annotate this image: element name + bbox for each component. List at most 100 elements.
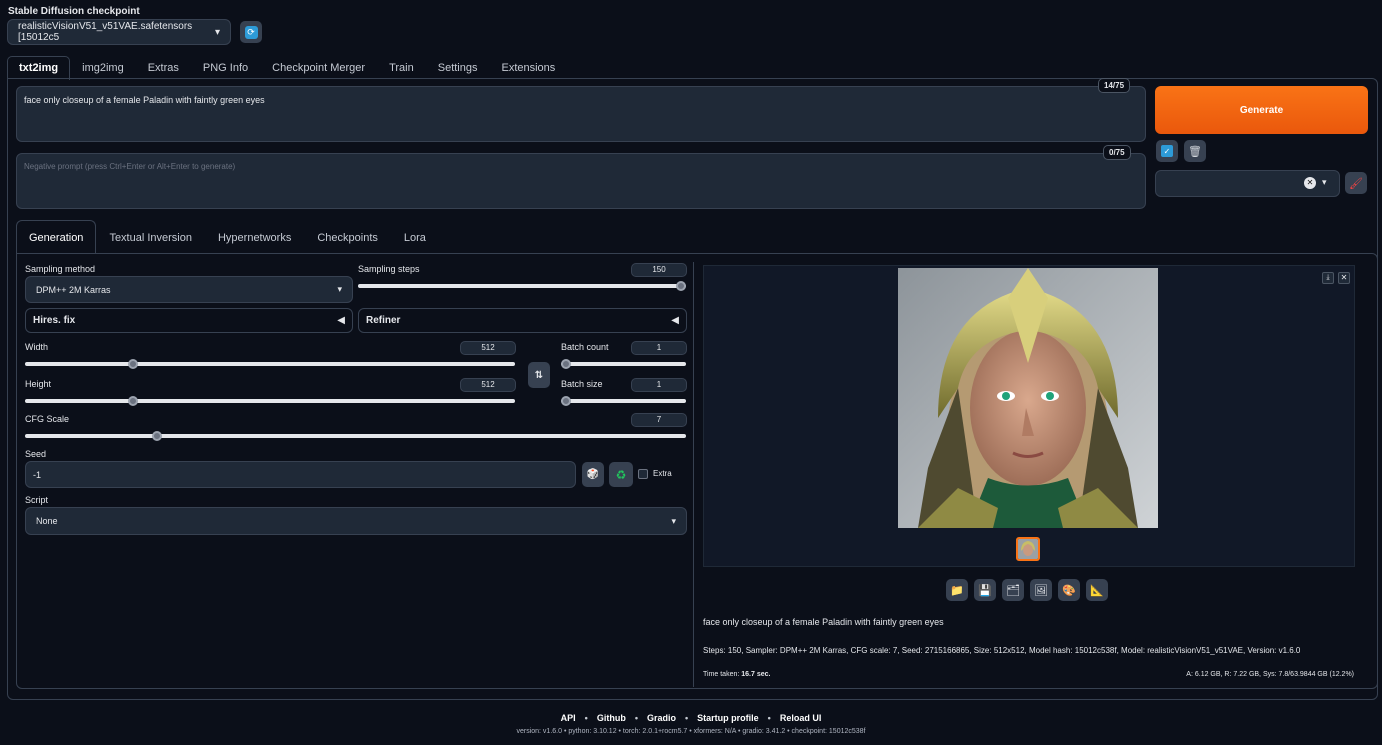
negative-prompt-input[interactable]: Negative prompt (press Ctrl+Enter or Alt… xyxy=(16,153,1146,209)
folder-icon: 📁 xyxy=(950,584,964,597)
height-input[interactable]: 512 xyxy=(460,378,516,392)
collapse-arrow-icon: ◀ xyxy=(337,315,345,326)
negative-token-counter: 0/75 xyxy=(1103,145,1131,160)
footer-link-github[interactable]: Github xyxy=(597,713,626,723)
separator: • xyxy=(685,713,689,723)
batch-size-label: Batch size xyxy=(561,379,603,389)
send-to-inpaint-button[interactable]: 🎨 xyxy=(1058,579,1080,601)
prompt-token-counter: 14/75 xyxy=(1098,78,1131,93)
paintbrush-icon: 🖌 xyxy=(1349,177,1363,190)
chevron-down-icon: ▾ xyxy=(671,515,676,526)
extra-seed-label: Extra xyxy=(653,469,672,478)
image-icon: 🖼 xyxy=(1034,584,1048,597)
separator: • xyxy=(584,713,588,723)
output-params-text: Steps: 150, Sampler: DPM++ 2M Karras, CF… xyxy=(703,646,1301,655)
footer-link-reload-ui[interactable]: Reload UI xyxy=(780,713,822,723)
send-to-img2img-button[interactable]: 🖼 xyxy=(1030,579,1052,601)
ruler-icon: 📐 xyxy=(1090,584,1104,597)
batch-count-slider[interactable] xyxy=(561,359,686,369)
clear-icon[interactable]: ✕ xyxy=(1304,177,1316,189)
generated-image[interactable] xyxy=(898,268,1158,528)
separator: • xyxy=(634,713,638,723)
width-slider[interactable] xyxy=(25,359,515,369)
refiner-label: Refiner xyxy=(366,315,401,326)
output-prompt-text: face only closeup of a female Paladin wi… xyxy=(703,617,944,627)
styles-select[interactable]: ✕ ▾ xyxy=(1155,170,1340,197)
random-seed-button[interactable]: 🎲 xyxy=(582,462,604,487)
chevron-down-icon: ▾ xyxy=(337,284,342,294)
tab-hypernetworks[interactable]: Hypernetworks xyxy=(205,220,304,254)
save-button[interactable]: 💾 xyxy=(974,579,996,601)
recycle-icon: ♻ xyxy=(615,467,627,482)
tab-lora[interactable]: Lora xyxy=(391,220,439,254)
tab-train[interactable]: Train xyxy=(377,56,426,80)
send-to-extras-button[interactable]: 📐 xyxy=(1086,579,1108,601)
footer-versions: version: v1.6.0 • python: 3.10.12 • torc… xyxy=(516,728,866,735)
generate-button[interactable]: Generate xyxy=(1155,86,1368,134)
width-input[interactable]: 512 xyxy=(460,341,516,355)
cfg-scale-slider[interactable] xyxy=(25,431,686,441)
checkpoint-select[interactable]: realisticVisionV51_v51VAE.safetensors [1… xyxy=(7,19,231,45)
tab-png-info[interactable]: PNG Info xyxy=(191,56,260,80)
sampling-method-value: DPM++ 2M Karras xyxy=(36,284,111,295)
vram-usage: A: 6.12 GB, R: 7.22 GB, Sys: 7.8/63.9844… xyxy=(1186,671,1354,678)
clear-prompt-button[interactable]: 🗑 xyxy=(1184,140,1206,162)
time-taken-label: Time taken: xyxy=(703,671,740,678)
top-tabs: txt2img img2img Extras PNG Info Checkpoi… xyxy=(7,56,567,80)
swap-dimensions-button[interactable]: ⇅ xyxy=(528,362,550,388)
tab-txt2img[interactable]: txt2img xyxy=(7,56,71,80)
zip-button[interactable]: 🗂 xyxy=(1002,579,1024,601)
cfg-scale-label: CFG Scale xyxy=(25,414,70,424)
download-image-button[interactable]: ⤓ xyxy=(1322,272,1334,284)
sub-tabs: Generation Textual Inversion Hypernetwor… xyxy=(16,220,439,254)
checkpoint-label: Stable Diffusion checkpoint xyxy=(8,6,140,17)
show-extra-networks-button[interactable]: ✓ xyxy=(1156,140,1178,162)
tab-checkpoint-merger[interactable]: Checkpoint Merger xyxy=(260,56,377,80)
close-icon: ✕ xyxy=(1340,273,1348,282)
checkbox-icon: ✓ xyxy=(1161,145,1173,157)
sampling-steps-input[interactable]: 150 xyxy=(631,263,687,277)
height-slider[interactable] xyxy=(25,396,515,406)
refiner-accordion[interactable]: Refiner ◀ xyxy=(358,308,687,333)
hires-fix-accordion[interactable]: Hires. fix ◀ xyxy=(25,308,353,333)
script-select[interactable]: None ▾ xyxy=(25,507,687,535)
batch-count-input[interactable]: 1 xyxy=(631,341,687,355)
footer-link-gradio[interactable]: Gradio xyxy=(647,713,676,723)
tab-img2img[interactable]: img2img xyxy=(70,56,136,80)
refresh-checkpoint-button[interactable]: ⟳ xyxy=(240,21,262,43)
prompt-input[interactable]: face only closeup of a female Paladin wi… xyxy=(16,86,1146,142)
close-image-button[interactable]: ✕ xyxy=(1338,272,1350,284)
tab-extensions[interactable]: Extensions xyxy=(489,56,567,80)
image-thumbnail[interactable] xyxy=(1016,537,1040,561)
script-label: Script xyxy=(25,495,49,505)
apply-style-button[interactable]: 🖌 xyxy=(1345,172,1367,194)
cfg-scale-input[interactable]: 7 xyxy=(631,413,687,427)
dice-icon: 🎲 xyxy=(586,469,600,480)
checkpoint-value: realisticVisionV51_v51VAE.safetensors [1… xyxy=(18,21,193,43)
script-value: None xyxy=(36,516,58,526)
extra-seed-checkbox[interactable] xyxy=(638,469,648,479)
refresh-icon: ⟳ xyxy=(244,25,258,39)
batch-size-input[interactable]: 1 xyxy=(631,378,687,392)
footer-link-api[interactable]: API xyxy=(561,713,576,723)
tab-extras[interactable]: Extras xyxy=(136,56,191,80)
sampling-method-select[interactable]: DPM++ 2M Karras ▾ xyxy=(25,276,353,303)
separator: • xyxy=(767,713,771,723)
sampling-steps-slider[interactable] xyxy=(358,281,686,291)
tab-checkpoints[interactable]: Checkpoints xyxy=(304,220,391,254)
save-icon: 💾 xyxy=(978,584,992,597)
trash-icon: 🗑 xyxy=(1188,145,1202,158)
time-taken-value: 16.7 sec. xyxy=(741,671,771,678)
seed-input[interactable]: -1 xyxy=(25,461,576,488)
tab-settings[interactable]: Settings xyxy=(426,56,490,80)
hires-fix-label: Hires. fix xyxy=(33,315,76,326)
batch-count-label: Batch count xyxy=(561,342,609,352)
footer-link-startup-profile[interactable]: Startup profile xyxy=(697,713,759,723)
open-folder-button[interactable]: 📁 xyxy=(946,579,968,601)
tab-textual-inversion[interactable]: Textual Inversion xyxy=(96,220,205,254)
reuse-seed-button[interactable]: ♻ xyxy=(609,462,633,487)
sampling-method-label: Sampling method xyxy=(25,264,96,274)
tab-generation[interactable]: Generation xyxy=(16,220,97,254)
batch-size-slider[interactable] xyxy=(561,396,686,406)
seed-label: Seed xyxy=(25,449,47,459)
